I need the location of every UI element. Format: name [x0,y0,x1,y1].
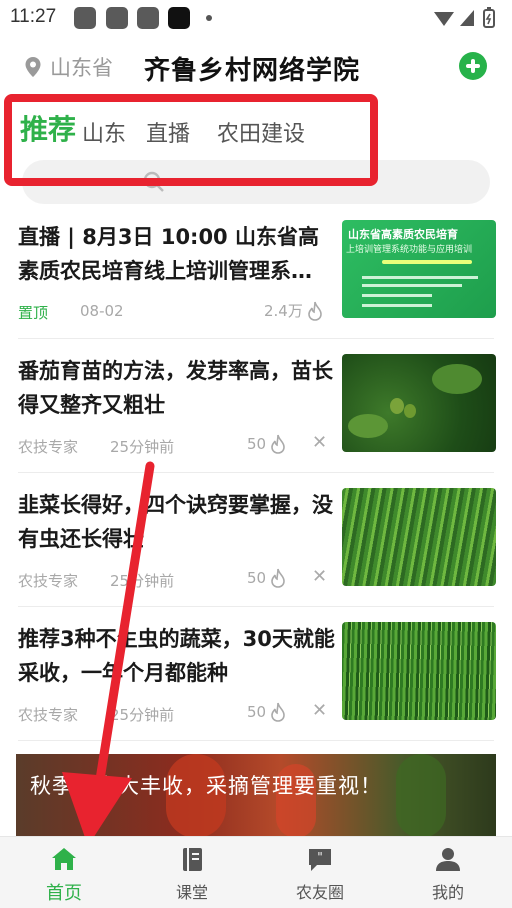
annotation-highlight-box [4,94,378,186]
list-item[interactable]: 番茄育苗的方法，发芽率高，苗长得又整齐又粗壮 农技专家 25分钟前 50 ✕ [18,354,496,464]
hot-count: 50 [247,702,287,722]
home-icon [52,848,76,870]
divider [18,740,494,741]
article-time: 25分钟前 [110,706,175,724]
svg-text:": " [317,850,323,864]
hot-count: 50 [247,568,287,588]
status-bar: 11:27 [0,0,512,36]
divider [18,606,494,607]
nav-label: 首页 [46,883,82,904]
status-time: 11:27 [10,6,57,27]
flame-icon [308,301,322,321]
dismiss-icon[interactable]: ✕ [312,432,327,453]
divider [18,472,494,473]
app-header: 山东省 齐鲁乡村网络学院 [0,40,512,94]
article-title: 韭菜长得好，四个诀窍要掌握，没有虫还长得壮 [18,493,333,551]
banner-title: 秋季辣椒大丰收，采摘管理要重视！ [30,774,382,798]
signal-battery-icon [434,7,495,28]
flame-icon [271,702,285,722]
flame-icon [271,568,285,588]
page-title: 齐鲁乡村网络学院 [144,56,361,86]
article-thumbnail: 山东省高素质农民培育 上培训管理系统功能与应用培训 [342,220,496,318]
notification-icon [168,7,190,29]
thumbnail-subheadline: 上培训管理系统功能与应用培训 [346,245,473,255]
nav-label: 我的 [431,883,464,902]
nav-profile[interactable]: 我的 [398,837,498,908]
nav-label: 课堂 [175,883,208,902]
location-selector[interactable]: 山东省 [24,52,113,82]
dismiss-icon[interactable]: ✕ [312,700,327,721]
thumbnail-headline: 山东省高素质农民培育 [348,228,458,241]
list-item[interactable]: 推荐3种不生虫的蔬菜，30天就能采收，一年个月都能种 农技专家 25分钟前 50… [18,622,496,732]
article-thumbnail [342,488,496,586]
user-icon [436,848,460,871]
article-time: 25分钟前 [110,438,175,456]
notification-icon [137,7,159,29]
article-title: 番茄育苗的方法，发芽率高，苗长得又整齐又粗壮 [18,359,333,417]
nav-community[interactable]: " 农友圈 [270,837,370,908]
add-button[interactable] [459,52,487,80]
article-title: 直播 | 8月3日 10:00 山东省高素质农民培育线上培训管理系… [18,225,319,283]
hot-count: 2.4万 [264,300,324,321]
notification-icon [74,7,96,29]
article-source: 农技专家 [18,572,79,590]
hot-count: 50 [247,434,287,454]
article-thumbnail [342,354,496,452]
app-screen: 11:27 山东省 齐鲁乡村网络学院 推荐 山东 直播 农田建设 直播 | 8月… [0,0,512,908]
more-notifications-icon [206,15,212,21]
article-source: 农技专家 [18,438,79,456]
bottom-navigation: 首页 课堂 " 农友圈 我的 [0,836,512,908]
notification-icon [106,7,128,29]
divider [18,338,494,339]
list-item[interactable]: 直播 | 8月3日 10:00 山东省高素质农民培育线上培训管理系… 山东省高素… [18,220,496,330]
dismiss-icon[interactable]: ✕ [312,566,327,587]
nav-label: 农友圈 [295,883,344,902]
promo-banner[interactable]: 秋季辣椒大丰收，采摘管理要重视！ [16,754,496,838]
article-title: 推荐3种不生虫的蔬菜，30天就能采收，一年个月都能种 [18,627,335,685]
article-date: 08-02 [80,302,124,320]
pinned-tag: 置顶 [18,304,49,322]
article-source: 农技专家 [18,706,79,724]
list-item[interactable]: 韭菜长得好，四个诀窍要掌握，没有虫还长得壮 农技专家 25分钟前 50 ✕ [18,488,496,598]
flame-icon [271,434,285,454]
location-label: 山东省 [50,56,113,80]
location-pin-icon [25,57,41,77]
article-time: 25分钟前 [110,572,175,590]
nav-classroom[interactable]: 课堂 [142,837,242,908]
chat-bubble-icon: " [309,849,331,871]
nav-home[interactable]: 首页 [14,837,114,908]
book-icon [183,848,202,871]
article-thumbnail [342,622,496,720]
